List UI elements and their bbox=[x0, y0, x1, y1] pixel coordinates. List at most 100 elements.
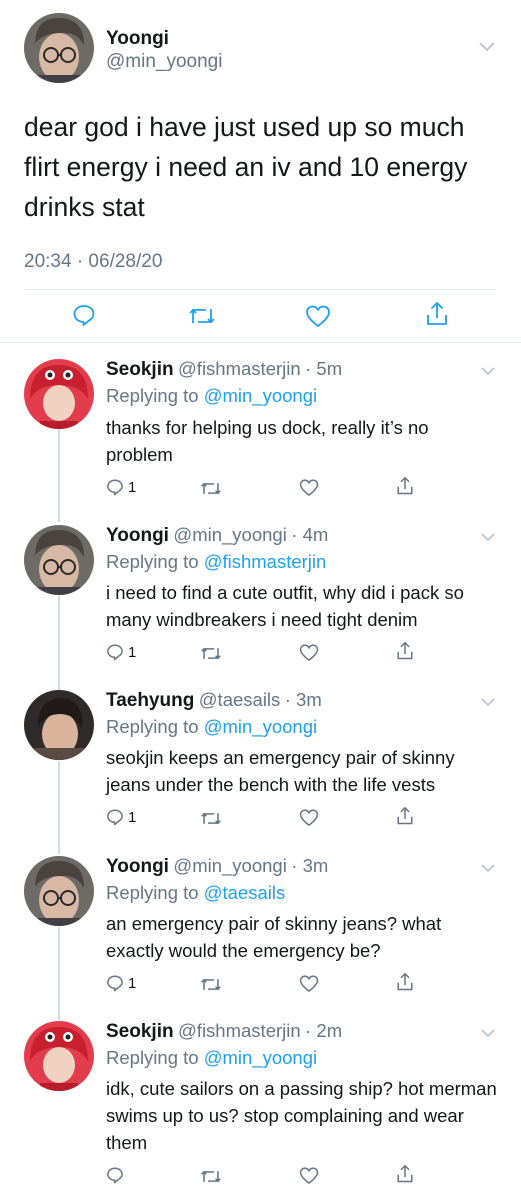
reply-button[interactable] bbox=[72, 303, 96, 327]
reply-button[interactable]: 1 bbox=[106, 974, 136, 992]
share-button[interactable] bbox=[396, 476, 414, 496]
replying-to-label: Replying to bbox=[106, 882, 199, 903]
share-icon bbox=[397, 476, 413, 495]
author-handle[interactable]: @fishmasterjin bbox=[178, 358, 301, 379]
like-button[interactable] bbox=[299, 1166, 319, 1185]
author-name[interactable]: Seokjin bbox=[106, 1021, 174, 1042]
reply-text: idk, cute sailors on a passing ship? hot… bbox=[106, 1078, 497, 1153]
tweet-timestamp: 20:34 · 06/28/20 bbox=[24, 251, 163, 272]
author-handle[interactable]: @taesails bbox=[199, 689, 281, 710]
avatar[interactable] bbox=[24, 690, 94, 760]
share-icon bbox=[427, 301, 447, 325]
share-icon bbox=[397, 641, 413, 660]
reply-time: · 2m bbox=[305, 1020, 343, 1041]
chevron-down-icon[interactable] bbox=[480, 363, 496, 381]
reply-button[interactable]: 1 bbox=[106, 478, 136, 496]
retweet-button[interactable] bbox=[200, 976, 222, 993]
reply-time: · 3m bbox=[291, 855, 329, 876]
share-button[interactable] bbox=[425, 301, 449, 327]
avatar[interactable] bbox=[24, 359, 94, 429]
retweet-button[interactable] bbox=[200, 810, 222, 827]
replying-to-label: Replying to bbox=[106, 716, 199, 737]
reply-count: 1 bbox=[128, 478, 137, 496]
reply-time: · 3m bbox=[284, 689, 322, 710]
replying-to: Replying to @fishmasterjin bbox=[106, 551, 326, 573]
replying-to: Replying to @min_yoongi bbox=[106, 716, 317, 738]
reply-text: thanks for helping us dock, really it’s … bbox=[106, 417, 429, 465]
author-handle[interactable]: @min_yoongi bbox=[173, 524, 286, 545]
reply-button[interactable] bbox=[106, 1166, 128, 1184]
reply-time: · 4m bbox=[291, 524, 329, 545]
chevron-down-icon[interactable] bbox=[480, 860, 496, 878]
mention-link[interactable]: @taesails bbox=[204, 882, 286, 903]
reply-count: 1 bbox=[128, 974, 137, 992]
avatar[interactable] bbox=[24, 13, 94, 83]
reply-icon bbox=[107, 479, 123, 496]
author-name[interactable]: Yoongi bbox=[106, 525, 169, 546]
retweet-icon bbox=[201, 482, 221, 495]
avatar[interactable] bbox=[24, 856, 94, 926]
replying-to: Replying to @taesails bbox=[106, 882, 285, 904]
mention-link[interactable]: @min_yoongi bbox=[204, 716, 317, 737]
retweet-icon bbox=[189, 308, 215, 324]
mention-link[interactable]: @fishmasterjin bbox=[204, 551, 327, 572]
divider bbox=[0, 342, 521, 343]
author-name[interactable]: Yoongi bbox=[106, 28, 169, 50]
chevron-down-icon[interactable] bbox=[480, 529, 496, 547]
replying-to-label: Replying to bbox=[106, 385, 199, 406]
reply-header: Yoongi @min_yoongi · 3m bbox=[106, 855, 328, 878]
reply-text: seokjin keeps an emergency pair of skinn… bbox=[106, 747, 455, 795]
like-icon bbox=[299, 1167, 319, 1184]
like-button[interactable] bbox=[305, 304, 331, 328]
retweet-icon bbox=[201, 647, 221, 660]
reply-header: Yoongi @min_yoongi · 4m bbox=[106, 524, 328, 547]
retweet-button[interactable] bbox=[200, 480, 222, 497]
author-name[interactable]: Yoongi bbox=[106, 856, 169, 877]
retweet-button[interactable] bbox=[188, 305, 216, 327]
reply-icon bbox=[107, 1167, 123, 1184]
reply-button[interactable]: 1 bbox=[106, 643, 136, 661]
reply-icon bbox=[107, 809, 123, 826]
share-button[interactable] bbox=[396, 806, 414, 826]
reply-header: Seokjin @fishmasterjin · 2m bbox=[106, 1020, 342, 1043]
reply-count: 1 bbox=[128, 643, 137, 661]
chevron-down-icon[interactable] bbox=[480, 694, 496, 712]
share-button[interactable] bbox=[396, 1164, 414, 1184]
retweet-button[interactable] bbox=[200, 1168, 222, 1185]
author-handle[interactable]: @min_yoongi bbox=[173, 855, 286, 876]
share-icon bbox=[397, 972, 413, 991]
retweet-button[interactable] bbox=[200, 645, 222, 662]
reply-icon bbox=[73, 305, 95, 326]
mention-link[interactable]: @min_yoongi bbox=[204, 385, 317, 406]
reply-text: an emergency pair of skinny jeans? what … bbox=[106, 913, 442, 961]
avatar[interactable] bbox=[24, 525, 94, 595]
chevron-down-icon[interactable] bbox=[478, 40, 496, 58]
author-handle[interactable]: @fishmasterjin bbox=[178, 1020, 301, 1041]
share-button[interactable] bbox=[396, 641, 414, 661]
reply-icon bbox=[107, 644, 123, 661]
like-button[interactable] bbox=[299, 974, 319, 993]
replying-to-label: Replying to bbox=[106, 551, 199, 572]
like-button[interactable] bbox=[299, 643, 319, 662]
share-button[interactable] bbox=[396, 972, 414, 992]
reply-count: 1 bbox=[128, 808, 137, 826]
retweet-icon bbox=[201, 1170, 221, 1183]
thread-line bbox=[58, 596, 60, 690]
mention-link[interactable]: @min_yoongi bbox=[204, 1047, 317, 1068]
author-name[interactable]: Taehyung bbox=[106, 690, 194, 711]
author-name[interactable]: Seokjin bbox=[106, 359, 174, 380]
replying-to: Replying to @min_yoongi bbox=[106, 1047, 317, 1069]
reply-button[interactable]: 1 bbox=[106, 808, 136, 826]
avatar[interactable] bbox=[24, 1021, 94, 1091]
thread-line bbox=[58, 761, 60, 854]
reply-header: Taehyung @taesails · 3m bbox=[106, 689, 322, 712]
tweet-text: dear god i have just used up so much fli… bbox=[24, 112, 468, 222]
like-button[interactable] bbox=[299, 478, 319, 497]
author-handle[interactable]: @min_yoongi bbox=[106, 51, 222, 73]
chevron-down-icon[interactable] bbox=[480, 1025, 496, 1043]
like-icon bbox=[299, 479, 319, 496]
replying-to-label: Replying to bbox=[106, 1047, 199, 1068]
like-icon bbox=[306, 305, 330, 327]
thread-line bbox=[58, 927, 60, 1020]
like-button[interactable] bbox=[299, 808, 319, 827]
